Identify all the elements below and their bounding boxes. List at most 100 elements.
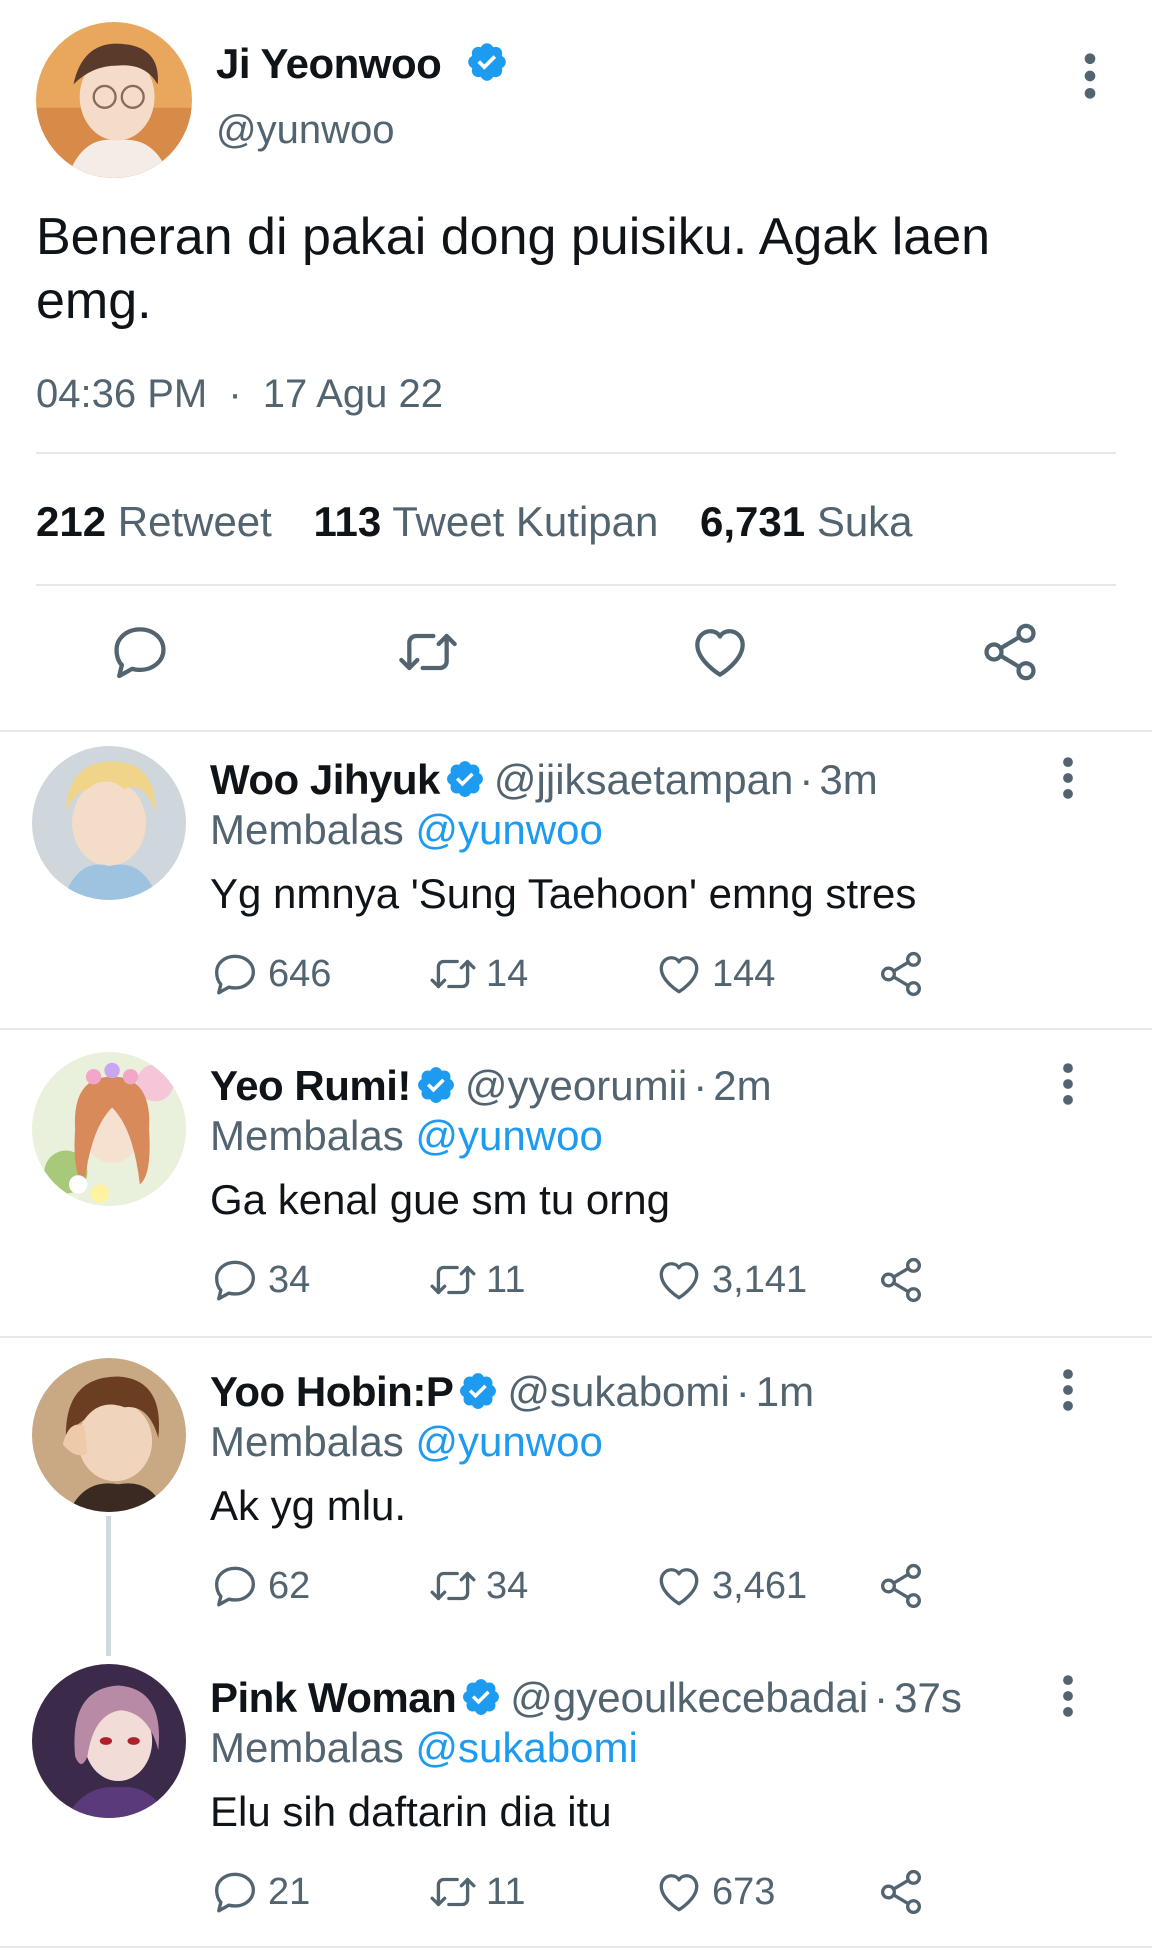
- share-icon[interactable]: [978, 620, 1042, 684]
- retweet-icon: [428, 1867, 478, 1917]
- tweet-time: 04:36 PM: [36, 372, 208, 416]
- reply-time: 3m: [819, 756, 878, 803]
- reply-button[interactable]: 646: [210, 946, 331, 1002]
- more-vertical-icon[interactable]: [1052, 1674, 1084, 1718]
- divider: [0, 1336, 1152, 1338]
- replying-to: Membalas @yunwoo: [210, 1418, 603, 1466]
- reply-tweet[interactable]: Woo Jihyuk @jjiksaetampan · 3m Membalas @yu…: [0, 746, 1152, 1026]
- more-vertical-icon[interactable]: [1072, 52, 1108, 100]
- reply-tweet[interactable]: Yoo Hobin:P @sukabomi · 1m Membalas @yunwoo…: [0, 1358, 1152, 1638]
- like-icon: [654, 949, 704, 999]
- verified-badge-icon: [444, 758, 486, 800]
- retweet-button[interactable]: 14: [428, 946, 528, 1002]
- reply-author-avatar[interactable]: [32, 1052, 186, 1206]
- like-label: Suka: [816, 498, 913, 545]
- retweet-label: Retweet: [117, 498, 272, 545]
- reply-author-avatar[interactable]: [32, 1664, 186, 1818]
- reply-count: 62: [268, 1564, 311, 1607]
- reply-count: 21: [268, 1870, 311, 1913]
- replying-mention[interactable]: @yunwoo: [415, 1418, 602, 1465]
- verified-badge-icon: [415, 1064, 457, 1106]
- reply-author-name[interactable]: Pink Woman: [210, 1674, 457, 1721]
- retweet-count: 11: [486, 1870, 526, 1913]
- like-count: 3,141: [712, 1258, 808, 1301]
- main-author-handle[interactable]: @yunwoo: [216, 108, 394, 153]
- reply-actions: 34 11 3,141: [210, 1252, 1110, 1312]
- quote-count: 113: [313, 498, 382, 545]
- reply-tweet[interactable]: Pink Woman @gyeoulkecebadai · 37s Membalas …: [0, 1664, 1152, 1944]
- replying-to: Membalas @sukabomi: [210, 1724, 638, 1772]
- main-author-avatar[interactable]: [36, 22, 192, 178]
- like-button[interactable]: 3,461: [654, 1558, 807, 1614]
- verified-badge-icon: [457, 1370, 499, 1412]
- retweet-count: 212: [36, 498, 107, 545]
- reply-count: 646: [268, 952, 332, 995]
- tweet-date: 17 Agu 22: [262, 372, 443, 416]
- retweet-icon[interactable]: [396, 620, 460, 684]
- like-count: 3,461: [712, 1564, 808, 1607]
- like-count: 6,731: [700, 498, 806, 545]
- divider: [36, 452, 1116, 454]
- main-author-name[interactable]: Ji Yeonwoo: [216, 40, 442, 88]
- reply-button[interactable]: 34: [210, 1252, 310, 1308]
- replying-label: Membalas: [210, 1418, 404, 1465]
- like-icon: [654, 1255, 704, 1305]
- like-button[interactable]: 144: [654, 946, 775, 1002]
- share-button[interactable]: [876, 1558, 934, 1614]
- reply-time: 2m: [713, 1062, 772, 1109]
- divider: [0, 1028, 1152, 1030]
- reply-button[interactable]: 21: [210, 1864, 310, 1920]
- reply-text: Ak yg mlu.: [210, 1482, 407, 1529]
- reply-author-handle[interactable]: @sukabomi: [507, 1368, 729, 1415]
- replying-label: Membalas: [210, 1112, 404, 1159]
- share-icon: [876, 1255, 926, 1305]
- reply-text: Yg nmnya 'Sung Taehoon' emng stres: [210, 870, 917, 917]
- share-button[interactable]: [876, 946, 934, 1002]
- like-button[interactable]: 673: [654, 1864, 775, 1920]
- reply-author-name[interactable]: Yeo Rumi!: [210, 1062, 411, 1109]
- quote-stat[interactable]: 113 Tweet Kutipan: [314, 498, 659, 545]
- retweet-button[interactable]: 11: [428, 1864, 525, 1920]
- like-stat[interactable]: 6,731 Suka: [700, 498, 913, 545]
- share-button[interactable]: [876, 1864, 934, 1920]
- replying-to: Membalas @yunwoo: [210, 806, 603, 854]
- quote-label: Tweet Kutipan: [392, 498, 659, 545]
- like-icon: [654, 1561, 704, 1611]
- retweet-stat[interactable]: 212 Retweet: [36, 498, 272, 545]
- like-count: 144: [712, 952, 776, 995]
- reply-author-name[interactable]: Yoo Hobin:P: [210, 1368, 454, 1415]
- retweet-icon: [428, 1255, 478, 1305]
- reply-actions: 21 11 673: [210, 1864, 1110, 1924]
- reply-icon[interactable]: [108, 620, 172, 684]
- more-vertical-icon[interactable]: [1052, 1368, 1084, 1412]
- replying-mention[interactable]: @yunwoo: [415, 806, 602, 853]
- reply-author-handle[interactable]: @yyeorumii: [465, 1062, 687, 1109]
- replying-to: Membalas @yunwoo: [210, 1112, 603, 1160]
- retweet-button[interactable]: 34: [428, 1558, 528, 1614]
- reply-icon: [210, 1867, 260, 1917]
- more-vertical-icon[interactable]: [1052, 1062, 1084, 1106]
- reply-header: Woo Jihyuk @jjiksaetampan · 3m: [210, 756, 878, 803]
- reply-header: Yoo Hobin:P @sukabomi · 1m: [210, 1368, 815, 1415]
- main-tweet-actions: [0, 620, 1152, 700]
- reply-author-avatar[interactable]: [32, 746, 186, 900]
- share-button[interactable]: [876, 1252, 934, 1308]
- reply-button[interactable]: 62: [210, 1558, 310, 1614]
- like-button[interactable]: 3,141: [654, 1252, 807, 1308]
- reply-author-name[interactable]: Woo Jihyuk: [210, 756, 440, 803]
- reply-author-handle[interactable]: @gyeoulkecebadai: [510, 1674, 868, 1721]
- retweet-button[interactable]: 11: [428, 1252, 525, 1308]
- divider: [36, 584, 1116, 586]
- reply-author-handle[interactable]: @jjiksaetampan: [494, 756, 793, 803]
- reply-icon: [210, 1255, 260, 1305]
- reply-tweet[interactable]: Yeo Rumi! @yyeorumii · 2m Membalas @yunwoo …: [0, 1052, 1152, 1332]
- more-vertical-icon[interactable]: [1052, 756, 1084, 800]
- timestamp-separator: ·: [228, 372, 242, 416]
- retweet-count: 14: [486, 952, 529, 995]
- like-icon[interactable]: [688, 620, 752, 684]
- replying-mention[interactable]: @sukabomi: [415, 1724, 637, 1771]
- reply-actions: 646 14 144: [210, 946, 1110, 1006]
- reply-author-avatar[interactable]: [32, 1358, 186, 1512]
- replying-mention[interactable]: @yunwoo: [415, 1112, 602, 1159]
- main-tweet: Ji Yeonwoo @yunwoo Beneran di pakai dong…: [0, 0, 1152, 730]
